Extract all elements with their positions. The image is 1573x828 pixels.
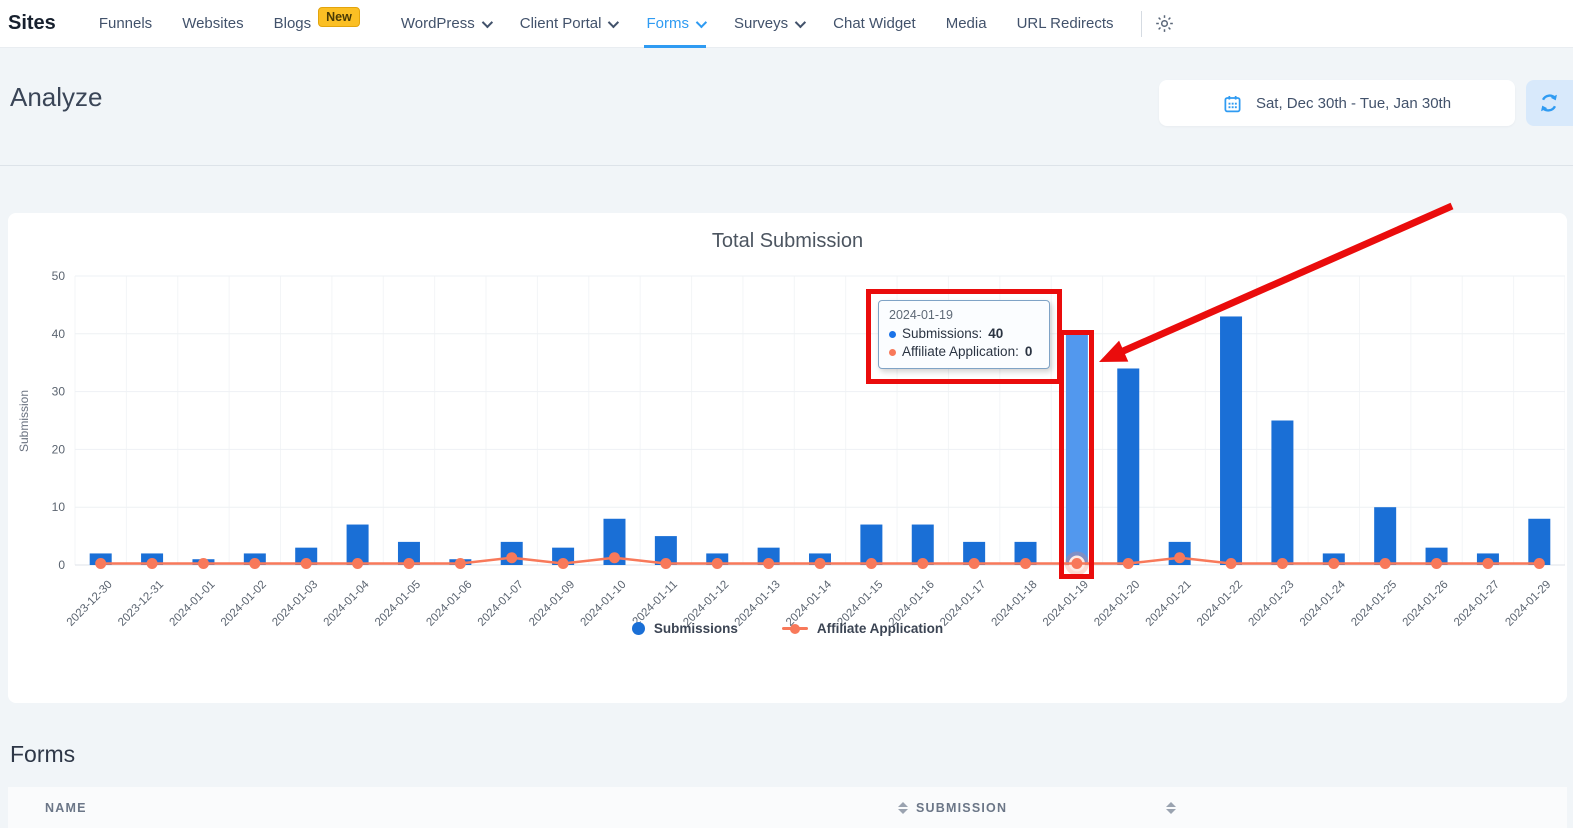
affiliate-swatch-icon [782,627,808,630]
column-label: NAME [45,801,87,815]
nav-item-url-redirects[interactable]: URL Redirects [1017,0,1114,48]
svg-text:20: 20 [52,442,66,456]
nav-label: Blogs [274,15,312,32]
column-header-submission[interactable]: SUBMISSION [908,801,1176,815]
tooltip-date: 2024-01-19 [889,308,1039,322]
svg-text:Submission: Submission [17,390,31,452]
column-header-name[interactable]: NAME [8,801,908,815]
tooltip-row-submissions: Submissions: 40 [889,325,1039,343]
svg-text:40: 40 [52,327,66,341]
nav-item-forms[interactable]: Forms [646,0,704,48]
page-title: Analyze [10,82,103,113]
total-submission-card: Total Submission 010203040502023-12-3020… [8,213,1567,703]
blue-dot-icon [889,331,896,338]
tooltip-value: 0 [1025,343,1033,361]
chevron-down-icon [795,16,806,27]
calendar-icon [1223,94,1242,113]
chevron-down-icon [696,16,707,27]
nav-item-funnels[interactable]: Funnels [99,0,152,48]
refresh-button[interactable] [1526,80,1573,126]
submissions-swatch-icon [632,622,645,635]
date-range-label: Sat, Dec 30th - Tue, Jan 30th [1256,95,1451,112]
chevron-down-icon [608,16,619,27]
date-range-picker[interactable]: Sat, Dec 30th - Tue, Jan 30th [1159,80,1515,126]
top-navbar: Sites Funnels Websites Blogs New WordPre… [0,0,1573,48]
chart-legend: Submissions Affiliate Application [8,621,1567,636]
forms-table-header: NAME SUBMISSION [8,787,1567,828]
nav-label: Surveys [734,15,788,32]
svg-text:30: 30 [52,385,66,399]
nav-item-chat-widget[interactable]: Chat Widget [833,0,916,48]
nav-label: Websites [182,15,243,32]
orange-dot-icon [889,349,896,356]
tooltip-label: Affiliate Application: [902,343,1019,361]
tooltip-value: 40 [988,325,1003,343]
chart-title: Total Submission [8,213,1567,253]
nav-label: Funnels [99,15,152,32]
total-submission-chart[interactable]: 010203040502023-12-302023-12-312024-01-0… [8,255,1565,655]
svg-text:0: 0 [58,558,65,572]
legend-item-submissions[interactable]: Submissions [632,621,738,636]
nav-divider [1141,11,1142,37]
chevron-down-icon [482,16,493,27]
legend-item-affiliate[interactable]: Affiliate Application [782,621,943,636]
forms-section-title: Forms [10,741,75,768]
new-badge: New [318,7,360,27]
chart-tooltip: 2024-01-19 Submissions: 40 Affiliate App… [878,300,1050,369]
nav-item-blogs[interactable]: Blogs New [274,0,360,48]
nav-item-wordpress[interactable]: WordPress [401,0,490,48]
sort-icon[interactable] [898,802,908,814]
brand-sites: Sites [8,12,56,35]
tooltip-label: Submissions: [902,325,982,343]
nav-item-client-portal[interactable]: Client Portal [520,0,617,48]
tooltip-row-affiliate: Affiliate Application: 0 [889,343,1039,361]
column-label: SUBMISSION [916,801,1007,815]
legend-label: Submissions [654,621,738,636]
svg-text:50: 50 [52,269,66,283]
nav-label: Client Portal [520,15,602,32]
nav-label: URL Redirects [1017,15,1114,32]
nav-item-surveys[interactable]: Surveys [734,0,803,48]
gear-icon[interactable] [1154,13,1175,34]
nav-item-websites[interactable]: Websites [182,0,243,48]
nav-item-media[interactable]: Media [946,0,987,48]
nav-label: Forms [646,15,689,32]
nav-label: Chat Widget [833,15,916,32]
refresh-icon [1538,92,1560,114]
legend-label: Affiliate Application [817,621,943,636]
sort-icon[interactable] [1166,802,1176,814]
svg-text:10: 10 [52,500,66,514]
nav-label: Media [946,15,987,32]
analyze-header-band: Analyze Sat, Dec 30th - Tue, Jan 30th [0,49,1573,166]
nav-label: WordPress [401,15,475,32]
